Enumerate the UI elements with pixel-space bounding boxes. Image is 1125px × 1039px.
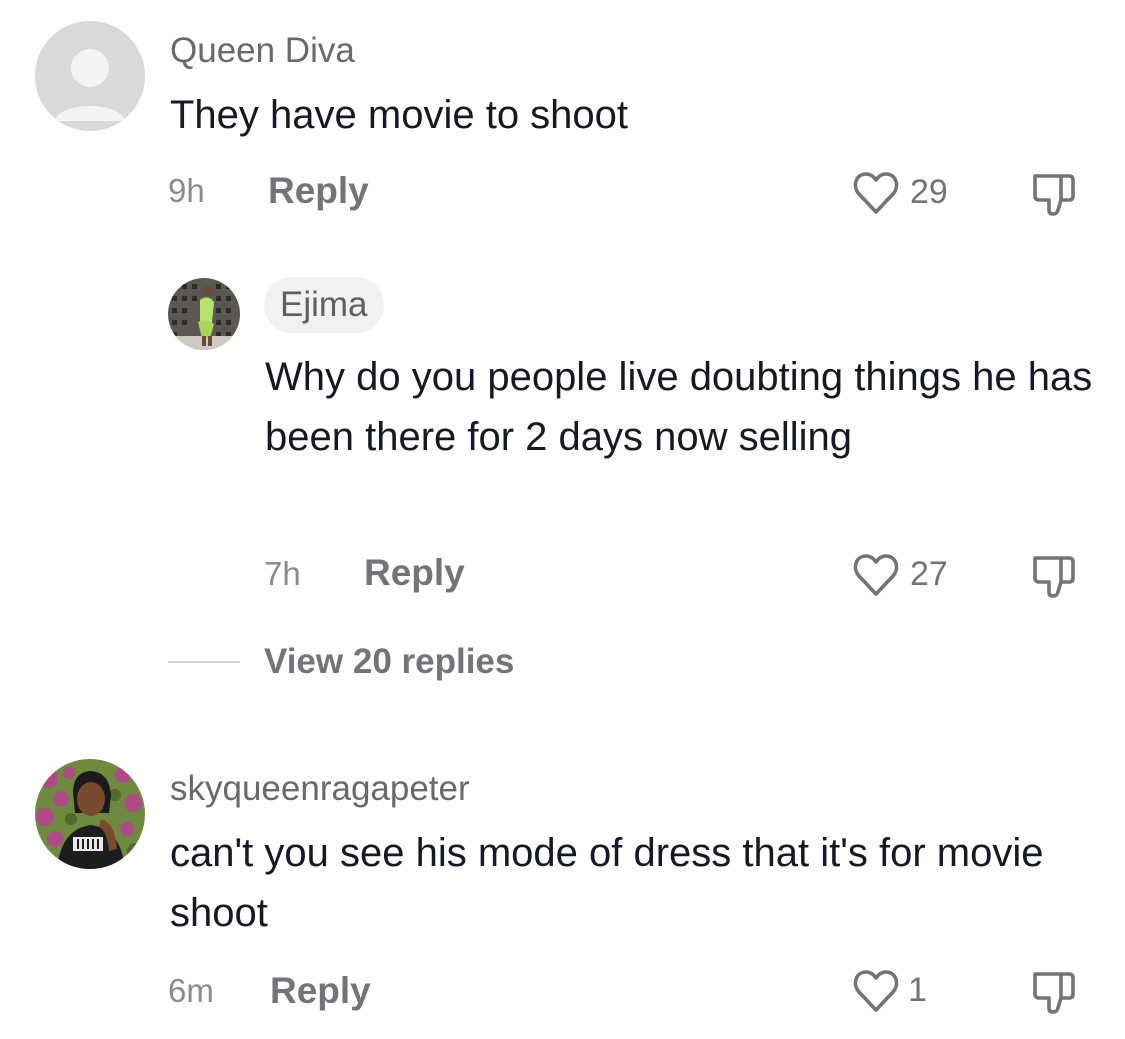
- replies-divider: [168, 661, 240, 663]
- avatar-queen-diva[interactable]: [35, 21, 145, 131]
- heart-outline-icon: [853, 172, 899, 214]
- comment-username[interactable]: skyqueenragapeter: [170, 769, 470, 809]
- comment-ejima: Ejima Why do you people live doubting th…: [0, 260, 1125, 620]
- comment-username[interactable]: Queen Diva: [170, 31, 355, 71]
- heart-outline-icon: [853, 554, 899, 596]
- like-button[interactable]: 29: [852, 170, 962, 216]
- like-button[interactable]: 27: [852, 552, 962, 598]
- reply-button[interactable]: Reply: [268, 170, 369, 212]
- dislike-button[interactable]: [1030, 552, 1078, 600]
- thumbs-down-icon: [1033, 972, 1075, 1014]
- like-count: 27: [910, 555, 948, 593]
- user-photo: [35, 759, 145, 869]
- comment-text: Why do you people live doubting things h…: [265, 355, 1093, 459]
- reply-button[interactable]: Reply: [270, 970, 371, 1012]
- reply-button[interactable]: Reply: [364, 552, 465, 594]
- thumbs-down-icon: [1033, 556, 1075, 598]
- view-replies-label: View 20 replies: [264, 642, 515, 681]
- comment-username: Ejima: [280, 285, 368, 324]
- comment-timestamp: 6m: [168, 972, 214, 1009]
- like-count: 1: [908, 971, 927, 1009]
- comment-text: They have movie to shoot: [170, 93, 629, 137]
- user-photo: [168, 278, 240, 350]
- heart-outline-icon: [853, 970, 899, 1012]
- like-count: 29: [910, 173, 948, 211]
- comment-timestamp: 9h: [168, 172, 205, 209]
- thumbs-down-icon: [1033, 174, 1075, 216]
- view-replies[interactable]: View 20 replies: [168, 640, 768, 690]
- comment-text: can't you see his mode of dress that it'…: [170, 831, 1044, 935]
- like-button[interactable]: 1: [852, 968, 952, 1014]
- dislike-button[interactable]: [1030, 968, 1078, 1016]
- comment-skyqueenragapeter: skyqueenragapeter can't you see his mode…: [0, 750, 1125, 1039]
- dislike-button[interactable]: [1030, 170, 1078, 218]
- avatar-ejima[interactable]: [168, 278, 240, 350]
- comment-queen-diva: Queen Diva They have movie to shoot 9h R…: [0, 0, 1125, 240]
- avatar-skyqueenragapeter[interactable]: [35, 759, 145, 869]
- default-avatar-icon: [35, 21, 145, 131]
- comment-timestamp: 7h: [264, 555, 301, 592]
- username-pill[interactable]: Ejima: [264, 277, 384, 333]
